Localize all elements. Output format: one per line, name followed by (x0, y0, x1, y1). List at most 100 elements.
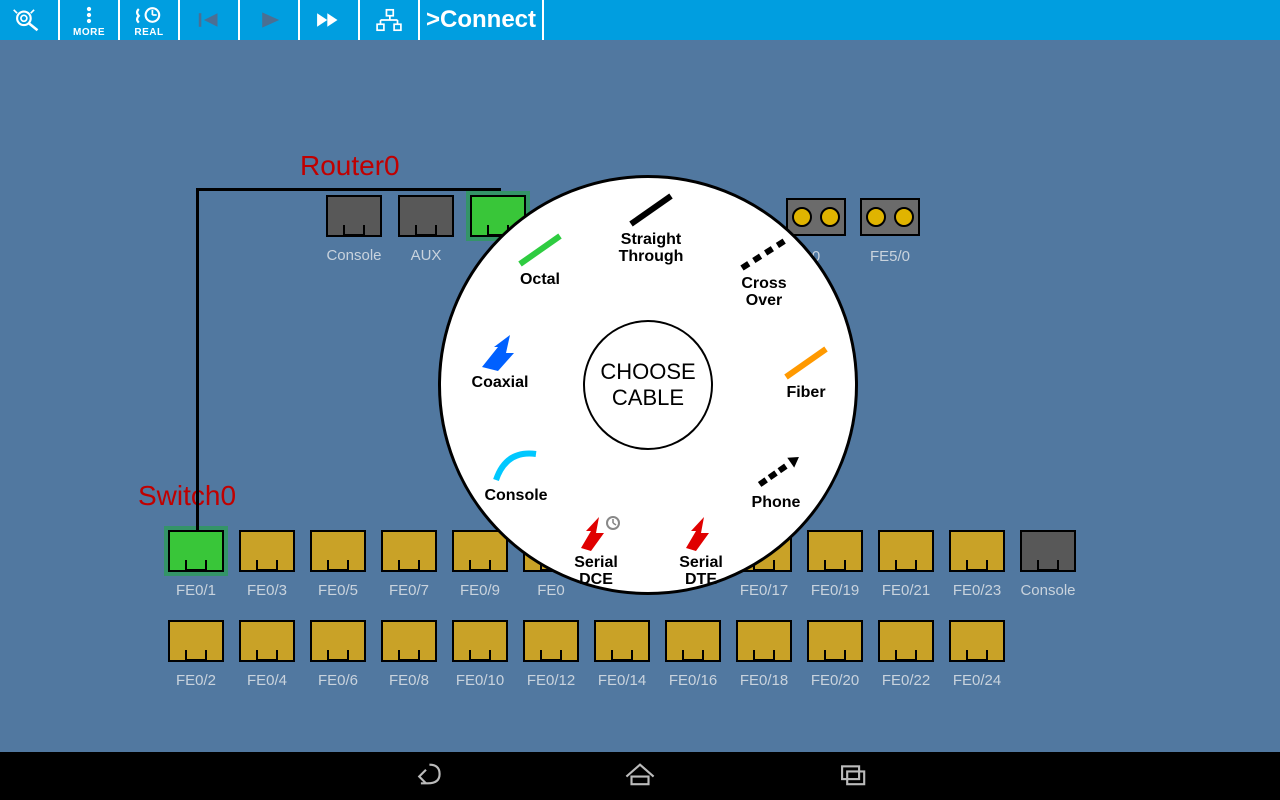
switch-port[interactable]: FE0/3 (239, 530, 295, 599)
switch-port[interactable]: FE0/14 (594, 620, 650, 689)
play-button[interactable] (240, 0, 300, 40)
recent-apps-icon[interactable] (837, 760, 871, 793)
port-label: FE0/24 (953, 672, 1001, 689)
port-jack[interactable] (1020, 530, 1076, 572)
port-jack[interactable] (949, 530, 1005, 572)
switch-port[interactable]: FE0/6 (310, 620, 366, 689)
cable-fiber[interactable]: Fiber (751, 343, 861, 402)
cable-crossover[interactable]: CrossOver (709, 234, 819, 310)
port-label: AUX (411, 247, 442, 264)
optical-module[interactable] (860, 198, 920, 236)
port-label: FE0/22 (882, 672, 930, 689)
port-label: FE0/20 (811, 672, 859, 689)
port-label: FE0/7 (389, 582, 429, 599)
port-label: FE0/14 (598, 672, 646, 689)
switch-port[interactable]: FE0/18 (736, 620, 792, 689)
router-port[interactable]: Console (326, 195, 382, 264)
port-jack[interactable] (168, 620, 224, 662)
android-navbar (0, 752, 1280, 800)
port-jack[interactable] (168, 530, 224, 572)
switch-port[interactable]: FE0/4 (239, 620, 295, 689)
switch-port[interactable]: FE0/12 (523, 620, 579, 689)
seg-label: StraightThrough (596, 232, 706, 266)
router-optical-port[interactable]: FE5/0 (860, 198, 920, 265)
topology-icon[interactable] (360, 0, 420, 40)
port-jack[interactable] (239, 620, 295, 662)
cable-serial-dte[interactable]: SerialDTE (646, 513, 756, 589)
port-label: Console (326, 247, 381, 264)
zoom-icon[interactable] (0, 0, 60, 40)
cable-chooser-wheel: CHOOSECABLE StraightThrough CrossOver Fi… (438, 175, 858, 595)
switch-port[interactable]: FE0/24 (949, 620, 1005, 689)
port-jack[interactable] (665, 620, 721, 662)
more-label: MORE (73, 27, 105, 38)
switch-port[interactable]: FE0/23 (949, 530, 1005, 599)
port-label: FE0/2 (176, 672, 216, 689)
port-label: FE0/8 (389, 672, 429, 689)
port-jack[interactable] (736, 620, 792, 662)
seg-label: CrossOver (709, 276, 819, 310)
port-jack[interactable] (807, 620, 863, 662)
port-jack[interactable] (381, 530, 437, 572)
hub-line1: CHOOSE (600, 359, 695, 384)
port-label: FE0/1 (176, 582, 216, 599)
switch-port[interactable]: FE0/1 (168, 530, 224, 599)
port-label: FE0/23 (953, 582, 1001, 599)
switch0-label: Switch0 (138, 480, 236, 512)
port-jack[interactable] (949, 620, 1005, 662)
step-back-button[interactable] (180, 0, 240, 40)
port-label: FE0/3 (247, 582, 287, 599)
cable-console[interactable]: Console (461, 446, 571, 505)
seg-label: Fiber (751, 385, 861, 402)
seg-label: SerialDTE (646, 555, 756, 589)
port-jack[interactable] (594, 620, 650, 662)
back-icon[interactable] (409, 760, 443, 793)
cable-octal[interactable]: Octal (485, 230, 595, 289)
cable-straight-through[interactable]: StraightThrough (596, 190, 706, 266)
switch-port[interactable]: FE0/10 (452, 620, 508, 689)
switch-port[interactable]: FE0/8 (381, 620, 437, 689)
switch-port[interactable]: FE0/22 (878, 620, 934, 689)
hub-line2: CABLE (612, 385, 684, 410)
switch-port[interactable]: FE0/7 (381, 530, 437, 599)
workspace[interactable]: Router0 Switch0 ConsoleAUXF 0FE5/0 FE0/1… (0, 40, 1280, 752)
cable-coaxial[interactable]: Coaxial (445, 333, 555, 392)
cable-segment (196, 188, 199, 548)
port-jack[interactable] (523, 620, 579, 662)
port-jack[interactable] (239, 530, 295, 572)
seg-label: SerialDCE (541, 555, 651, 589)
real-label: REAL (134, 27, 163, 38)
port-jack[interactable] (878, 530, 934, 572)
seg-label: Octal (485, 272, 595, 289)
seg-label: Console (461, 488, 571, 505)
port-label: FE0/5 (318, 582, 358, 599)
switch-port[interactable]: FE0/5 (310, 530, 366, 599)
router0-label: Router0 (300, 150, 400, 182)
switch-port[interactable]: FE0/16 (665, 620, 721, 689)
more-button[interactable]: MORE (60, 0, 120, 40)
connect-label: >Connect (426, 6, 536, 34)
switch-port[interactable]: FE0/2 (168, 620, 224, 689)
switch-port[interactable]: FE0/20 (807, 620, 863, 689)
port-label: FE0/18 (740, 672, 788, 689)
wheel-hub: CHOOSECABLE (583, 320, 713, 450)
port-jack[interactable] (452, 620, 508, 662)
port-label: FE0/10 (456, 672, 504, 689)
connect-button[interactable]: >Connect (420, 0, 544, 40)
seg-label: Coaxial (445, 375, 555, 392)
port-jack[interactable] (310, 530, 366, 572)
port-jack[interactable] (326, 195, 382, 237)
port-jack[interactable] (878, 620, 934, 662)
port-label: FE0/21 (882, 582, 930, 599)
fast-forward-button[interactable] (300, 0, 360, 40)
home-icon[interactable] (623, 760, 657, 793)
port-jack[interactable] (310, 620, 366, 662)
cable-phone[interactable]: Phone (721, 453, 831, 512)
cable-serial-dce[interactable]: SerialDCE (541, 513, 651, 589)
realtime-button[interactable]: REAL (120, 0, 180, 40)
port-jack[interactable] (381, 620, 437, 662)
seg-label: Phone (721, 495, 831, 512)
switch-port[interactable]: FE0/21 (878, 530, 934, 599)
switch-port[interactable]: Console (1020, 530, 1076, 599)
port-label: Console (1020, 582, 1075, 599)
